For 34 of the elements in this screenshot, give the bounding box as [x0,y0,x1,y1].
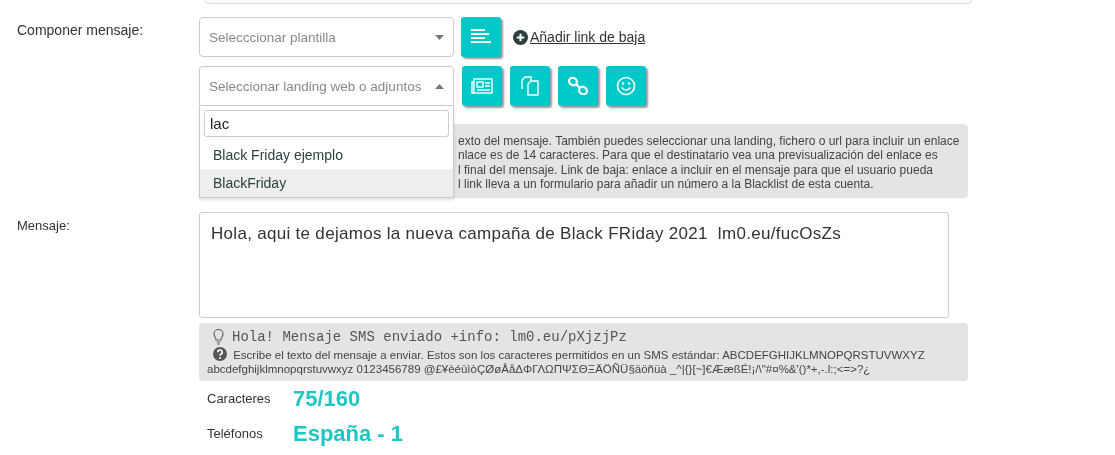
stat-label: Caracteres [207,391,272,406]
stat-value: España - 1 [293,420,404,447]
align-left-icon [471,29,491,45]
link-icon [568,77,588,95]
template-button[interactable] [461,17,501,57]
emoji-button[interactable] [606,66,646,106]
stat-value: 75/160 [293,385,361,412]
preview-text: Hola! Mensaje SMS enviado +info: lm0.eu/pXjzjPz [232,329,627,345]
lightbulb-icon [213,329,224,345]
stat-label: Teléfonos [207,426,264,441]
copy-icon [521,76,539,96]
dropdown-option[interactable]: BlackFriday [200,169,453,197]
landing-button[interactable] [462,66,502,106]
caret-icon [435,34,444,40]
dropdown-option[interactable]: Black Friday ejemplo [200,141,453,169]
smiley-icon [616,76,636,96]
question-icon [213,347,227,361]
message-field[interactable]: Hola, aqui te dejamos la nueva campaña de Black FRiday 2021 lm0.eu/fucOsZs [199,212,949,318]
caret-icon [435,83,444,89]
newspaper-icon [471,78,493,94]
files-button[interactable] [510,66,550,106]
plus-circle-icon [513,29,528,45]
help-text: l link lleva a un formulario para añadir un número a la Blacklist de esta cuenta. [458,177,875,192]
template-select[interactable]: Selecccionar plantilla [199,17,454,57]
info-text: Escribe el texto del mensaje a enviar. Estos son los caracteres permitidos en un SMS estándar: ABCDEFGHIJKLMNOPQRSTUVWXYZ abcdefghijklmnopqrstuvwxyz 0123456789 @£¥èéùìòÇØøÅåΔΦΓΛΩΠΨΣΘΞÄÖÑÜ§äöñüà _^|{}[~]€ÆæßÉ!¡/\"#¤%&'()*+,-.l:;<=>?¿ [207,347,926,376]
help-text: l final del mensaje. Link de baja: enlace a incluir en el mensaje para que el usuario pueda [458,162,934,178]
link-button[interactable] [558,66,598,106]
field-label: Mensaje: [16,217,71,235]
help-text: nlace es de 14 caracteres. Para que el destinatario vea una previsualización del enlace es [458,148,939,163]
landing-select[interactable]: Seleccionar landing web o adjuntos [199,66,454,106]
add-unsubscribe-link[interactable]: Añadir link de baja [513,29,646,45]
search-field[interactable]: lac [204,110,449,137]
field-label: Componer mensaje: [16,21,145,40]
help-text: exto del mensaje. También puedes seleccionar una landing, fichero o url para incluir un enlace [458,134,961,149]
